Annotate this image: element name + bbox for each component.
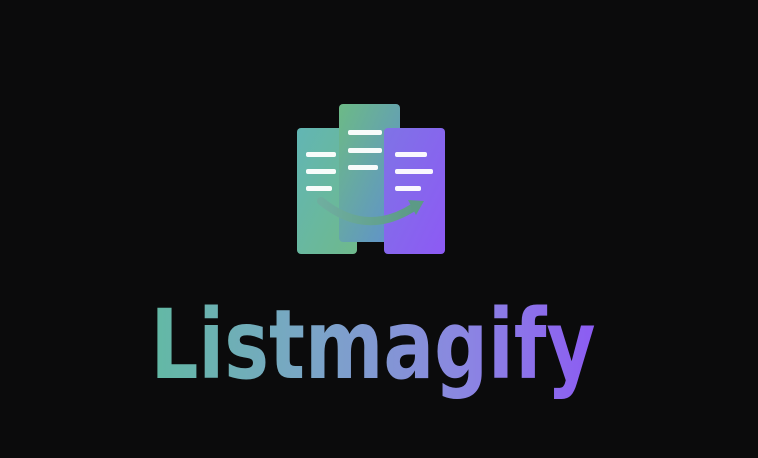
brand-wordmark: Listmagify [151,292,596,401]
list-columns-with-arrow-icon [297,104,445,254]
brand-name: Listmagify [151,292,596,401]
splash-screen: Listmagify [0,0,758,458]
